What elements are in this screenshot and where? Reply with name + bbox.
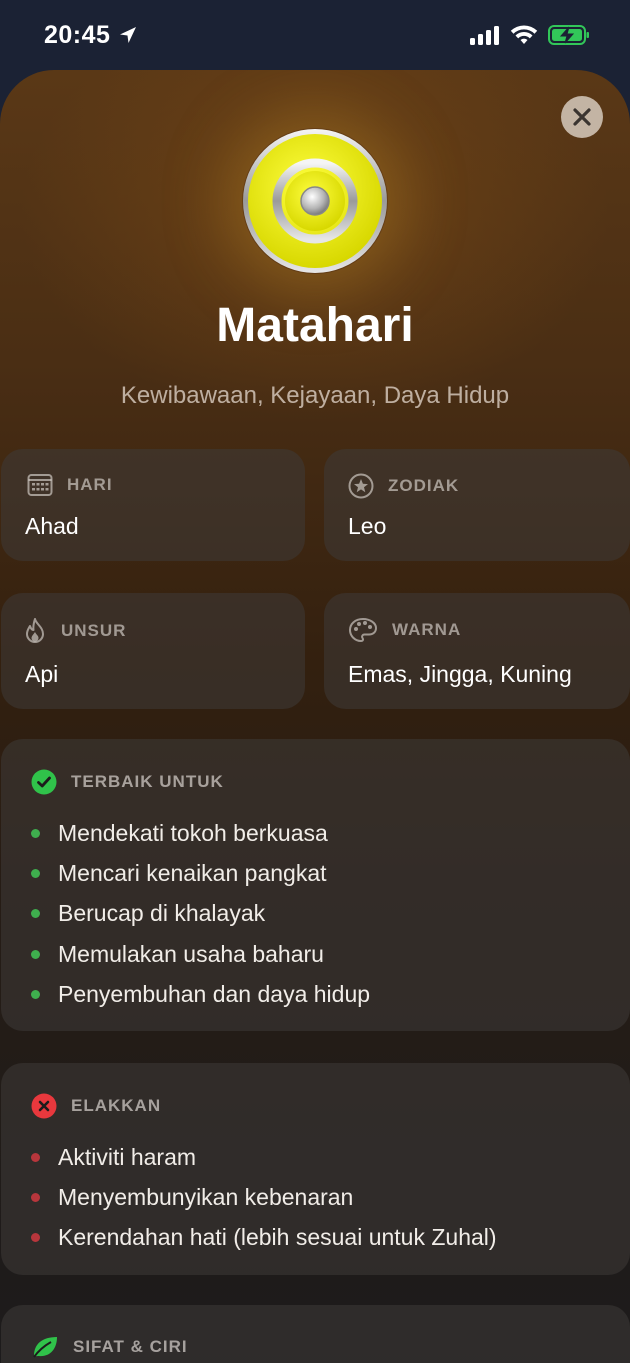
close-button[interactable] [561,96,603,138]
status-icons [470,24,590,46]
info-card-unsur-header: UNSUR [23,617,126,645]
planet-title: Matahari [216,299,414,352]
bullet-dot [31,1233,40,1243]
location-arrow-icon [120,27,137,43]
info-card-zodiak: ZODIAK Leo [324,449,630,561]
list-item: Kerendahan hati (lebih sesuai untuk Zuha… [31,1218,497,1258]
info-card-zodiak-header: ZODIAK [348,473,459,499]
best-for-card: TERBAIK UNTUK Mendekati tokoh berkuasa M… [1,739,630,1031]
bullet-dot [31,1192,40,1202]
bullet-dot [31,909,40,919]
list-item-text: Kerendahan hati (lebih sesuai untuk Zuha… [58,1224,497,1251]
flame-icon [26,618,44,643]
list-item: Aktiviti haram [31,1137,497,1177]
sun-planet-icon [242,128,388,274]
calendar-icon [27,474,53,496]
best-for-title: TERBAIK UNTUK [71,772,224,791]
traits-card: SIFAT & CIRI [1,1305,630,1363]
list-item-text: Mencari kenaikan pangkat [58,859,327,886]
planet-subtitle: Kewibawaan, Kejayaan, Daya Hidup [120,382,510,409]
status-time-text: 20:45 [44,20,111,49]
best-for-header: TERBAIK UNTUK [31,769,224,795]
info-card-warna-header: WARNA [348,617,461,643]
info-card-unsur: UNSUR Api [1,593,305,709]
list-item-text: Mendekati tokoh berkuasa [58,819,328,846]
list-item-text: Aktiviti haram [58,1143,197,1170]
x-circle-icon [31,1093,57,1119]
info-card-hari: HARI Ahad [1,449,305,561]
best-for-list: Mendekati tokoh berkuasa Mencari kenaika… [31,813,370,1014]
list-item: Berucap di khalayak [31,894,370,934]
info-card-unsur-value: Api [25,661,59,687]
bullet-dot [31,828,40,838]
bullet-dot [31,1152,40,1162]
palette-icon [348,617,378,643]
traits-header: SIFAT & CIRI [31,1335,188,1359]
bullet-dot [31,949,40,959]
list-item-text: Memulakan usaha baharu [58,940,324,967]
avoid-header: ELAKKAN [31,1093,161,1119]
info-card-unsur-label: UNSUR [61,621,127,640]
info-card-warna: WARNA Emas, Jingga, Kuning [324,593,630,709]
wifi-icon [510,25,538,44]
list-item-text: Berucap di khalayak [58,900,266,927]
info-card-hari-label: HARI [67,475,113,494]
status-time: 20:45 [44,21,138,50]
bullet-dot [31,868,40,878]
list-item: Mencari kenaikan pangkat [31,853,370,893]
leaf-icon [33,1337,57,1358]
star-circle-icon [348,473,374,499]
avoid-list: Aktiviti haram Menyembunyikan kebenaran … [31,1137,497,1258]
list-item: Menyembunyikan kebenaran [31,1177,497,1217]
traits-title: SIFAT & CIRI [73,1337,188,1356]
info-card-hari-header: HARI [27,473,113,497]
list-item-text: Menyembunyikan kebenaran [58,1183,354,1210]
avoid-title: ELAKKAN [71,1096,162,1115]
status-bar: 20:45 [0,0,630,70]
cellular-signal-icon [470,26,499,45]
info-card-zodiak-label: ZODIAK [388,476,460,495]
info-card-zodiak-value: Leo [348,513,387,539]
bullet-dot [31,989,40,999]
list-item: Penyembuhan dan daya hidup [31,974,370,1014]
battery-charging-icon [548,25,589,45]
close-icon [573,108,591,126]
list-item-text: Penyembuhan dan daya hidup [58,980,371,1007]
list-item: Memulakan usaha baharu [31,934,370,974]
checkmark-circle-icon [31,769,57,795]
planet-detail-sheet: Matahari Kewibawaan, Kejayaan, Daya Hidu… [0,70,630,1363]
info-card-warna-label: WARNA [392,620,462,639]
list-item: Mendekati tokoh berkuasa [31,813,370,853]
info-card-hari-value: Ahad [25,513,79,539]
info-card-warna-value: Emas, Jingga, Kuning [348,661,572,687]
avoid-card: ELAKKAN Aktiviti haram Menyembunyikan ke… [1,1063,630,1275]
